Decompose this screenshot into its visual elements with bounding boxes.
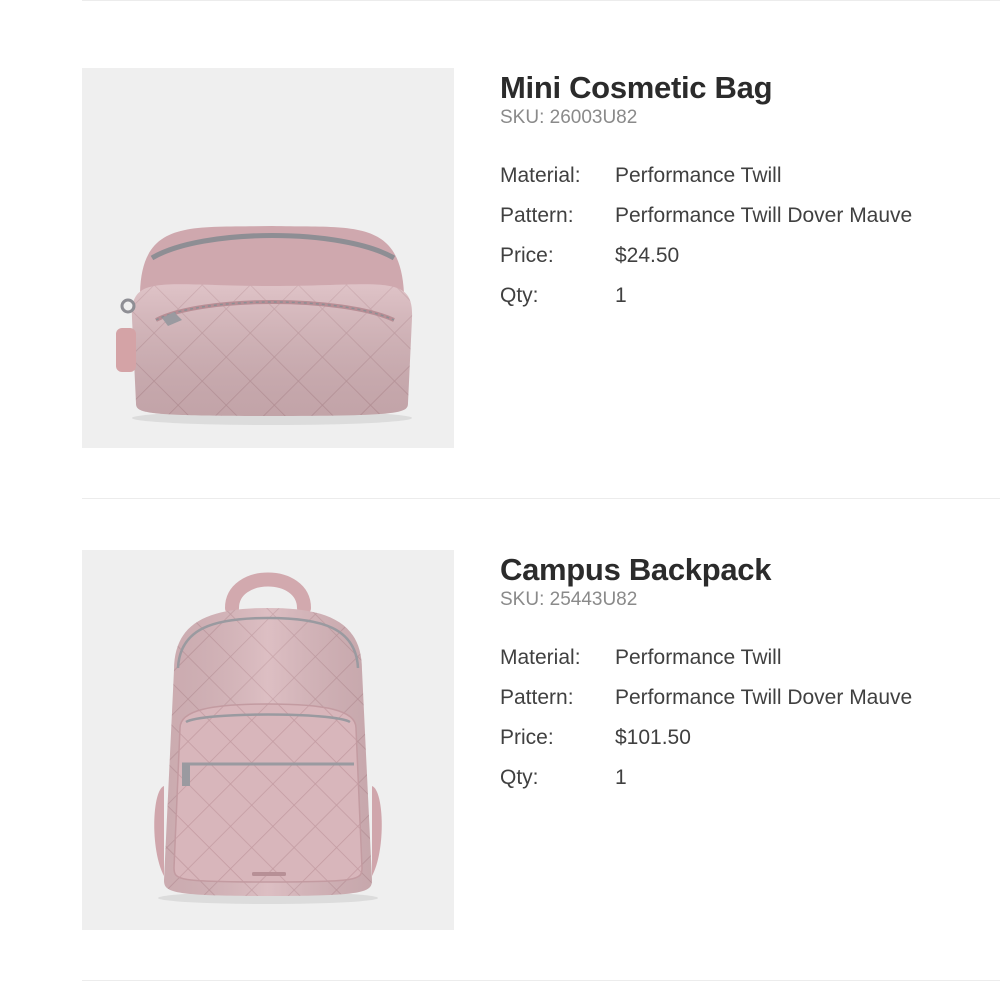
spec-row-material: Material: Performance Twill [500,638,995,678]
product-specs: Material: Performance Twill Pattern: Per… [500,156,995,316]
spec-row-price: Price: $101.50 [500,718,995,758]
spec-row-pattern: Pattern: Performance Twill Dover Mauve [500,196,995,236]
spec-label: Material: [500,164,581,187]
product-sku: SKU: 25443U82 [500,589,638,610]
product-name[interactable]: Mini Cosmetic Bag [500,68,995,108]
product-name[interactable]: Campus Backpack [500,550,995,590]
item-divider [82,498,1000,499]
spec-row-qty: Qty: 1 [500,758,995,798]
spec-label: Material: [500,646,581,669]
product-details: Campus Backpack SKU: 25443U82 Material: … [500,550,995,798]
spec-row-price: Price: $24.50 [500,236,995,276]
product-details: Mini Cosmetic Bag SKU: 26003U82 Material… [500,68,995,316]
spec-value: $24.50 [615,244,680,267]
order-item-mini-cosmetic-bag: Mini Cosmetic Bag SKU: 26003U82 Material… [0,68,1000,448]
spec-label: Pattern: [500,204,574,227]
top-divider [82,0,1000,1]
product-image-mini-cosmetic-bag[interactable] [82,68,454,448]
spec-value: Performance Twill Dover Mauve [615,686,913,709]
spec-value: 1 [615,766,627,789]
product-sku: SKU: 26003U82 [500,107,638,128]
bottom-divider [82,980,1000,981]
spec-label: Pattern: [500,686,574,709]
spec-label: Qty: [500,766,539,789]
spec-label: Price: [500,726,554,749]
spec-value: Performance Twill Dover Mauve [615,204,913,227]
spec-label: Price: [500,244,554,267]
spec-row-qty: Qty: 1 [500,276,995,316]
spec-value: Performance Twill [615,164,782,187]
product-image-campus-backpack[interactable] [82,550,454,930]
spec-row-material: Material: Performance Twill [500,156,995,196]
spec-value: 1 [615,284,627,307]
spec-value: $101.50 [615,726,691,749]
order-item-campus-backpack: Campus Backpack SKU: 25443U82 Material: … [0,550,1000,930]
product-specs: Material: Performance Twill Pattern: Per… [500,638,995,798]
spec-value: Performance Twill [615,646,782,669]
spec-row-pattern: Pattern: Performance Twill Dover Mauve [500,678,995,718]
spec-label: Qty: [500,284,539,307]
